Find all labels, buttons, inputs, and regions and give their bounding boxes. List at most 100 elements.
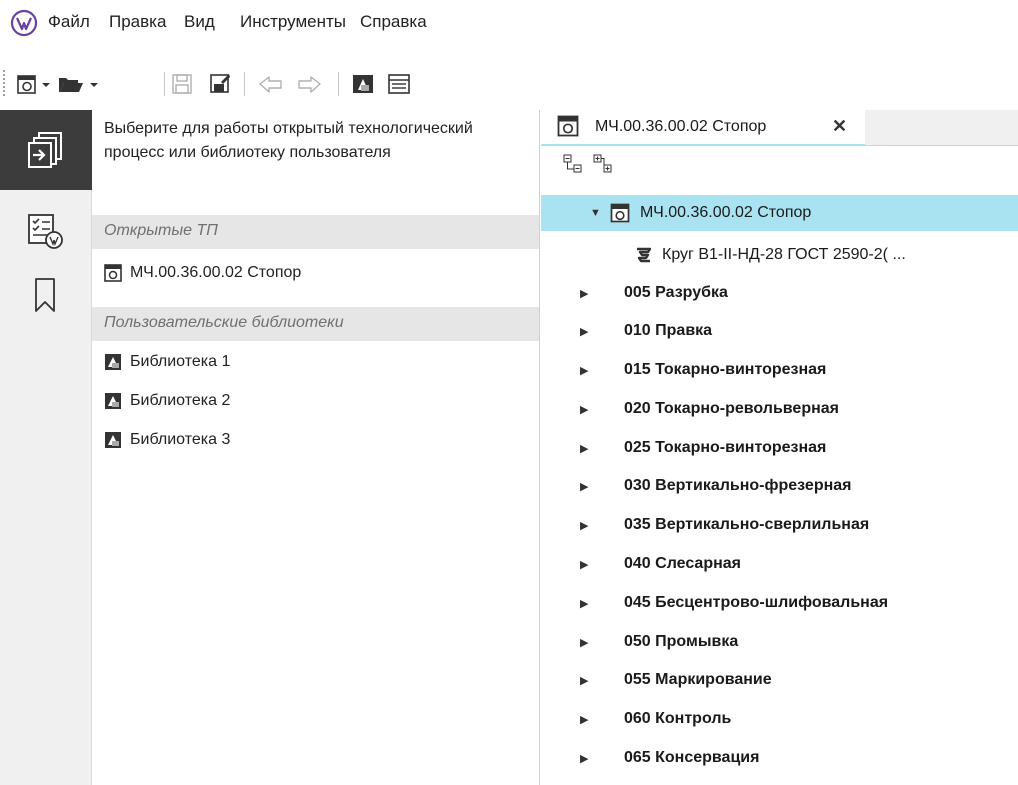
operation-label: 010 Правка [624, 322, 713, 339]
open-panel-button[interactable] [22, 127, 68, 173]
panel-description: Выберите для работы открытый технологиче… [104, 120, 473, 161]
expand-arrow-icon[interactable]: ▶ [580, 636, 624, 649]
library-item-label: Библиотека 3 [130, 431, 231, 448]
checklist-icon [28, 214, 63, 249]
expand-arrow-icon[interactable]: ▶ [580, 403, 624, 416]
open-tp-item-label: МЧ.00.36.00.02 Стопор [130, 264, 302, 281]
operation-label: 030 Вертикально-фрезерная [624, 477, 852, 494]
library-button[interactable] [348, 70, 378, 98]
checklist-button[interactable] [22, 208, 68, 254]
tree-operation-node[interactable]: ▶ 055 Маркирование [580, 665, 772, 695]
new-process-button[interactable] [14, 70, 54, 98]
libraries-section-header: Пользовательские библиотеки [92, 307, 539, 341]
tree-operation-node[interactable]: ▶ 005 Разрубка [580, 278, 728, 308]
tree-operation-node[interactable]: ▶ 025 Токарно-винторезная [580, 433, 826, 463]
undo-button[interactable] [254, 70, 288, 98]
library-icon [105, 393, 121, 409]
process-icon [104, 264, 122, 282]
operation-label: 065 Консервация [624, 749, 760, 766]
properties-icon [388, 74, 410, 94]
material-icon [637, 247, 652, 263]
save-as-button[interactable] [206, 70, 234, 98]
open-tp-header-label: Открытые ТП [104, 222, 218, 239]
save-icon [172, 74, 192, 94]
redo-button[interactable] [292, 70, 326, 98]
library-icon [353, 75, 373, 93]
tab-strip-empty [865, 110, 1018, 146]
save-button[interactable] [168, 70, 196, 98]
expand-arrow-icon[interactable]: ▶ [580, 519, 624, 532]
expand-all-button[interactable] [593, 154, 613, 179]
save-as-icon [210, 74, 230, 93]
open-tp-item[interactable]: МЧ.00.36.00.02 Стопор [104, 258, 301, 288]
operation-label: 005 Разрубка [624, 284, 728, 301]
expand-arrow-icon[interactable]: ▶ [580, 364, 624, 377]
material-label: Круг В1-II-НД-28 ГОСТ 2590-2( ... [662, 246, 906, 263]
operation-label: 050 Промывка [624, 633, 739, 650]
tree-operation-node[interactable]: ▶ 040 Слесарная [580, 549, 741, 579]
operation-label: 060 Контроль [624, 710, 732, 727]
tree-operation-node[interactable]: ▶ 060 Контроль [580, 704, 731, 734]
expand-arrow-icon[interactable]: ▶ [580, 558, 624, 571]
library-item[interactable]: Библиотека 3 [104, 425, 230, 455]
expand-arrow-icon[interactable]: ▶ [580, 713, 624, 726]
tree-material-node[interactable]: Круг В1-II-НД-28 ГОСТ 2590-2( ... [634, 240, 906, 270]
tree-operation-node[interactable]: ▶ 065 Консервация [580, 743, 759, 773]
toolbar-separator [164, 72, 165, 96]
process-icon [557, 115, 579, 142]
tree-operation-node[interactable]: ▶ 045 Бесцентрово-шлифовальная [580, 588, 888, 618]
menu-view[interactable]: Вид [184, 12, 215, 32]
menu-help[interactable]: Справка [360, 12, 427, 32]
tree-root-label: МЧ.00.36.00.02 Стопор [640, 204, 812, 221]
menu-bar [0, 0, 1018, 64]
tree-operation-node[interactable]: ▶ 030 Вертикально-фрезерная [580, 471, 851, 501]
operation-label: 015 Токарно-винторезная [624, 361, 827, 378]
expand-arrow-icon[interactable]: ▶ [580, 480, 624, 493]
tree-root-node[interactable]: ▼ МЧ.00.36.00.02 Стопор [590, 198, 811, 228]
expand-arrow-icon[interactable]: ▶ [580, 597, 624, 610]
tree-operation-node[interactable]: ▶ 010 Правка [580, 316, 712, 346]
menu-tools[interactable]: Инструменты [240, 12, 346, 32]
toolbar-separator [338, 72, 339, 96]
libraries-header-label: Пользовательские библиотеки [104, 314, 344, 331]
tree-operation-node[interactable]: ▶ 050 Промывка [580, 627, 738, 657]
collapse-all-icon [563, 154, 582, 173]
toolbar [0, 64, 1018, 108]
tree-operation-node[interactable]: ▶ 015 Токарно-винторезная [580, 355, 826, 385]
bookmarks-button[interactable] [22, 272, 68, 318]
open-tp-section-header: Открытые ТП [92, 215, 539, 249]
expand-all-icon [593, 154, 612, 173]
expand-arrow-icon[interactable]: ▶ [580, 442, 624, 455]
library-item[interactable]: Библиотека 2 [104, 386, 230, 416]
close-tab-icon[interactable]: ✕ [832, 116, 847, 137]
expand-arrow-icon[interactable]: ▶ [580, 674, 624, 687]
library-item[interactable]: Библиотека 1 [104, 347, 230, 377]
operation-label: 020 Токарно-револьверная [624, 400, 839, 417]
operation-label: 040 Слесарная [624, 555, 741, 572]
tree-operation-node[interactable]: ▶ 035 Вертикально-сверлильная [580, 510, 869, 540]
properties-button[interactable] [384, 70, 414, 98]
bookmark-icon [35, 278, 55, 312]
toolbar-grip[interactable] [3, 70, 5, 98]
collapse-arrow-icon[interactable]: ▼ [590, 207, 610, 219]
expand-arrow-icon[interactable]: ▶ [580, 325, 624, 338]
redo-icon [298, 76, 321, 93]
open-button[interactable] [56, 70, 102, 98]
undo-icon [259, 76, 282, 93]
expand-arrow-icon[interactable]: ▶ [580, 752, 624, 765]
library-item-label: Библиотека 1 [130, 353, 231, 370]
library-icon [105, 354, 121, 370]
operation-label: 055 Маркирование [624, 671, 772, 688]
library-item-label: Библиотека 2 [130, 392, 231, 409]
menu-file[interactable]: Файл [48, 12, 90, 32]
collapse-all-button[interactable] [563, 154, 583, 179]
expand-arrow-icon[interactable]: ▶ [580, 287, 624, 300]
menu-edit[interactable]: Правка [109, 12, 166, 32]
open-folder-icon [59, 78, 98, 92]
app-logo-icon[interactable] [10, 9, 38, 37]
operation-label: 045 Бесцентрово-шлифовальная [624, 594, 889, 611]
operation-label: 035 Вертикально-сверлильная [624, 516, 870, 533]
toolbar-separator [244, 72, 245, 96]
new-process-icon [17, 75, 50, 94]
tree-operation-node[interactable]: ▶ 020 Токарно-револьверная [580, 394, 839, 424]
